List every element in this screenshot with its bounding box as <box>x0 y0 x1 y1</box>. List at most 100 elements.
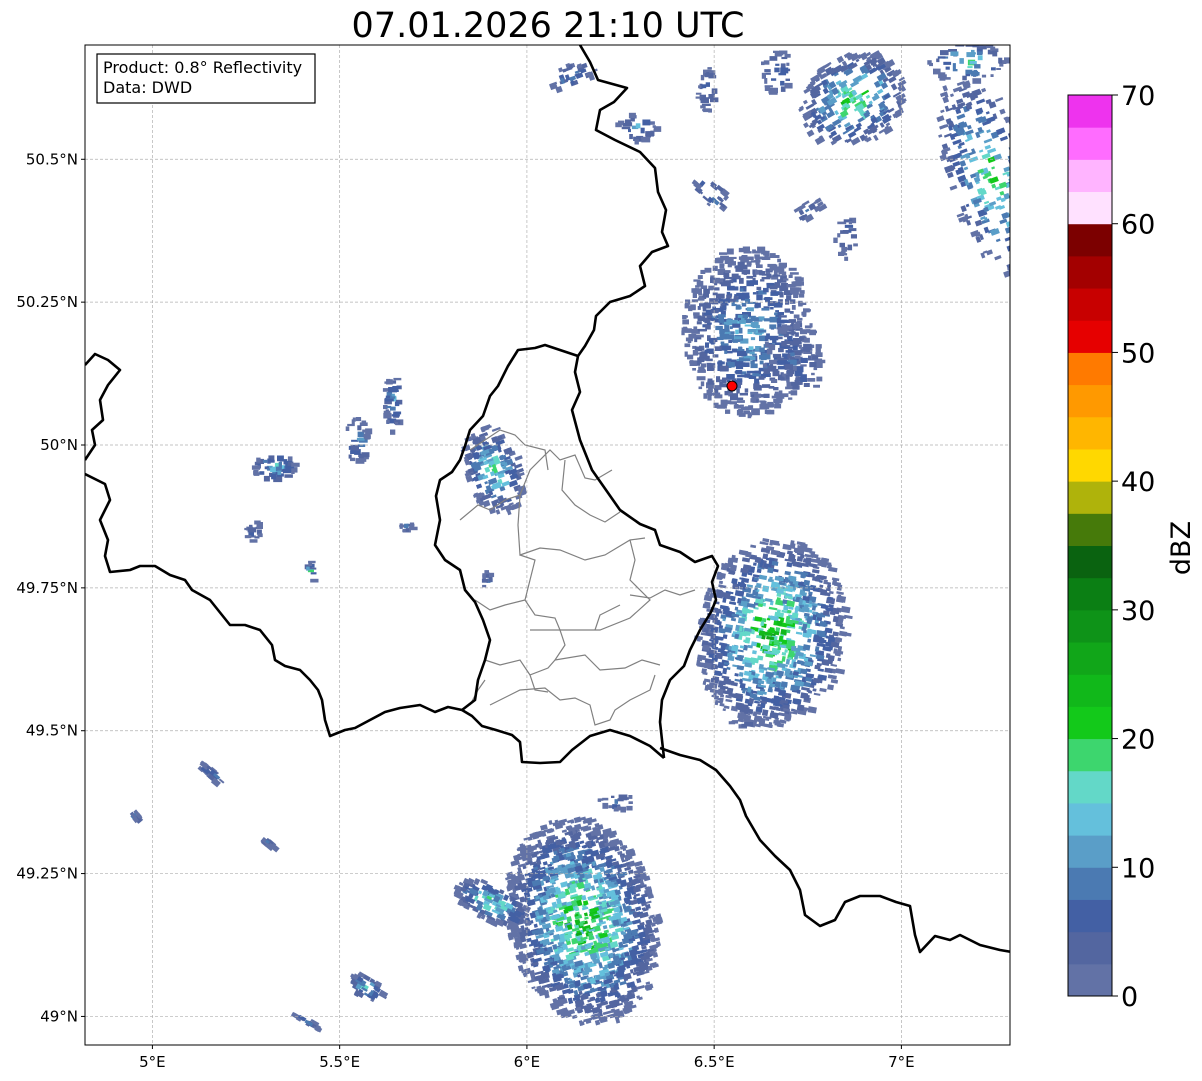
echo-cell <box>785 386 794 390</box>
echo-cell <box>943 61 952 65</box>
echo-cell <box>773 398 782 404</box>
echo-cell <box>749 356 756 361</box>
echo-cell <box>629 134 633 140</box>
echo-cell <box>839 242 845 248</box>
echo-cluster <box>615 112 662 145</box>
colorbar-bin <box>1068 513 1112 546</box>
echo-cell <box>1032 206 1039 213</box>
echo-cell <box>704 349 710 354</box>
echo-cell <box>1042 245 1047 249</box>
echo-cell <box>1018 237 1022 241</box>
echo-cell <box>1037 205 1046 210</box>
echo-cell <box>257 533 263 538</box>
echo-cell <box>798 344 802 349</box>
echo-cell <box>890 83 898 91</box>
echo-cell <box>776 360 785 363</box>
echo-cell <box>995 238 1001 243</box>
echo-cell <box>783 346 790 349</box>
echo-cell <box>775 599 784 606</box>
echo-cell <box>350 457 356 462</box>
echo-cell <box>1018 186 1026 192</box>
echo-cell <box>482 584 487 588</box>
colorbar-bin <box>1068 95 1112 128</box>
echo-cell <box>310 578 319 583</box>
echo-cell <box>1018 172 1026 180</box>
echo-cell <box>792 384 799 390</box>
echo-cell <box>598 862 607 868</box>
echo-cell <box>723 402 727 409</box>
echo-cluster <box>681 246 815 419</box>
echo-cell <box>727 262 732 268</box>
echo-cell <box>745 298 751 304</box>
echo-cell <box>386 419 390 423</box>
radar-echoes <box>129 45 1051 1033</box>
echo-cell <box>1035 195 1041 199</box>
echo-cell <box>244 535 252 539</box>
echo-cell <box>802 623 808 630</box>
echo-cell <box>750 363 758 369</box>
echo-cell <box>753 317 759 322</box>
echo-cell <box>734 361 744 367</box>
echo-cell <box>750 391 759 395</box>
echo-cell <box>718 315 724 322</box>
echo-cell <box>743 362 750 367</box>
echo-cell <box>1033 248 1038 253</box>
echo-cell <box>736 388 740 394</box>
echo-cell <box>793 345 798 351</box>
echo-cell <box>695 346 703 350</box>
echo-cell <box>813 384 820 388</box>
echo-cell <box>842 129 849 135</box>
echo-cell <box>927 60 932 65</box>
echo-cell <box>739 277 744 284</box>
echo-cell <box>568 983 576 989</box>
echo-cell <box>797 281 804 286</box>
echo-cell <box>484 570 489 575</box>
echo-cell <box>707 378 713 382</box>
echo-cell <box>1043 214 1051 221</box>
echo-cell <box>611 795 615 798</box>
echo-cell <box>769 661 775 666</box>
echo-cell <box>715 325 723 331</box>
echo-cell <box>717 661 725 669</box>
echo-cell <box>1027 258 1037 266</box>
echo-cell <box>959 58 964 64</box>
border-belgium-france <box>85 472 463 738</box>
echo-cell <box>766 678 773 685</box>
echo-cell <box>780 681 788 688</box>
colorbar-bin <box>1068 481 1112 514</box>
echo-cell <box>394 422 399 425</box>
echo-cell <box>714 346 722 351</box>
echo-cell <box>804 208 810 213</box>
echo-cell <box>788 391 795 394</box>
echo-cell <box>806 689 811 693</box>
echo-cell <box>764 598 773 603</box>
echo-cell <box>778 50 788 55</box>
border-luxembourg-france <box>461 708 665 765</box>
echo-cell <box>1026 201 1036 209</box>
echo-cell <box>781 652 787 656</box>
echo-cell <box>1027 272 1036 278</box>
colorbar-bin <box>1068 191 1112 225</box>
echo-cell <box>567 1009 576 1016</box>
echo-cell <box>739 320 746 324</box>
echo-cell <box>936 115 945 123</box>
echo-cell <box>765 72 771 75</box>
echo-cell <box>1015 218 1023 224</box>
echo-cell <box>702 109 706 112</box>
echo-cell <box>705 591 711 597</box>
echo-cell <box>983 200 990 205</box>
echo-cell <box>390 429 396 435</box>
echo-cell <box>798 293 805 298</box>
colorbar-bin <box>1068 867 1112 900</box>
echo-cell <box>756 294 763 301</box>
echo-cell <box>796 366 804 373</box>
echo-cell <box>615 122 622 128</box>
echo-cell <box>605 1003 614 1010</box>
echo-cell <box>602 924 608 930</box>
echo-cell <box>350 450 357 454</box>
echo-cell <box>747 329 757 333</box>
echo-cell <box>761 72 766 79</box>
echo-cell <box>756 286 762 291</box>
echo-cell <box>484 481 489 485</box>
echo-cell <box>1038 259 1046 265</box>
